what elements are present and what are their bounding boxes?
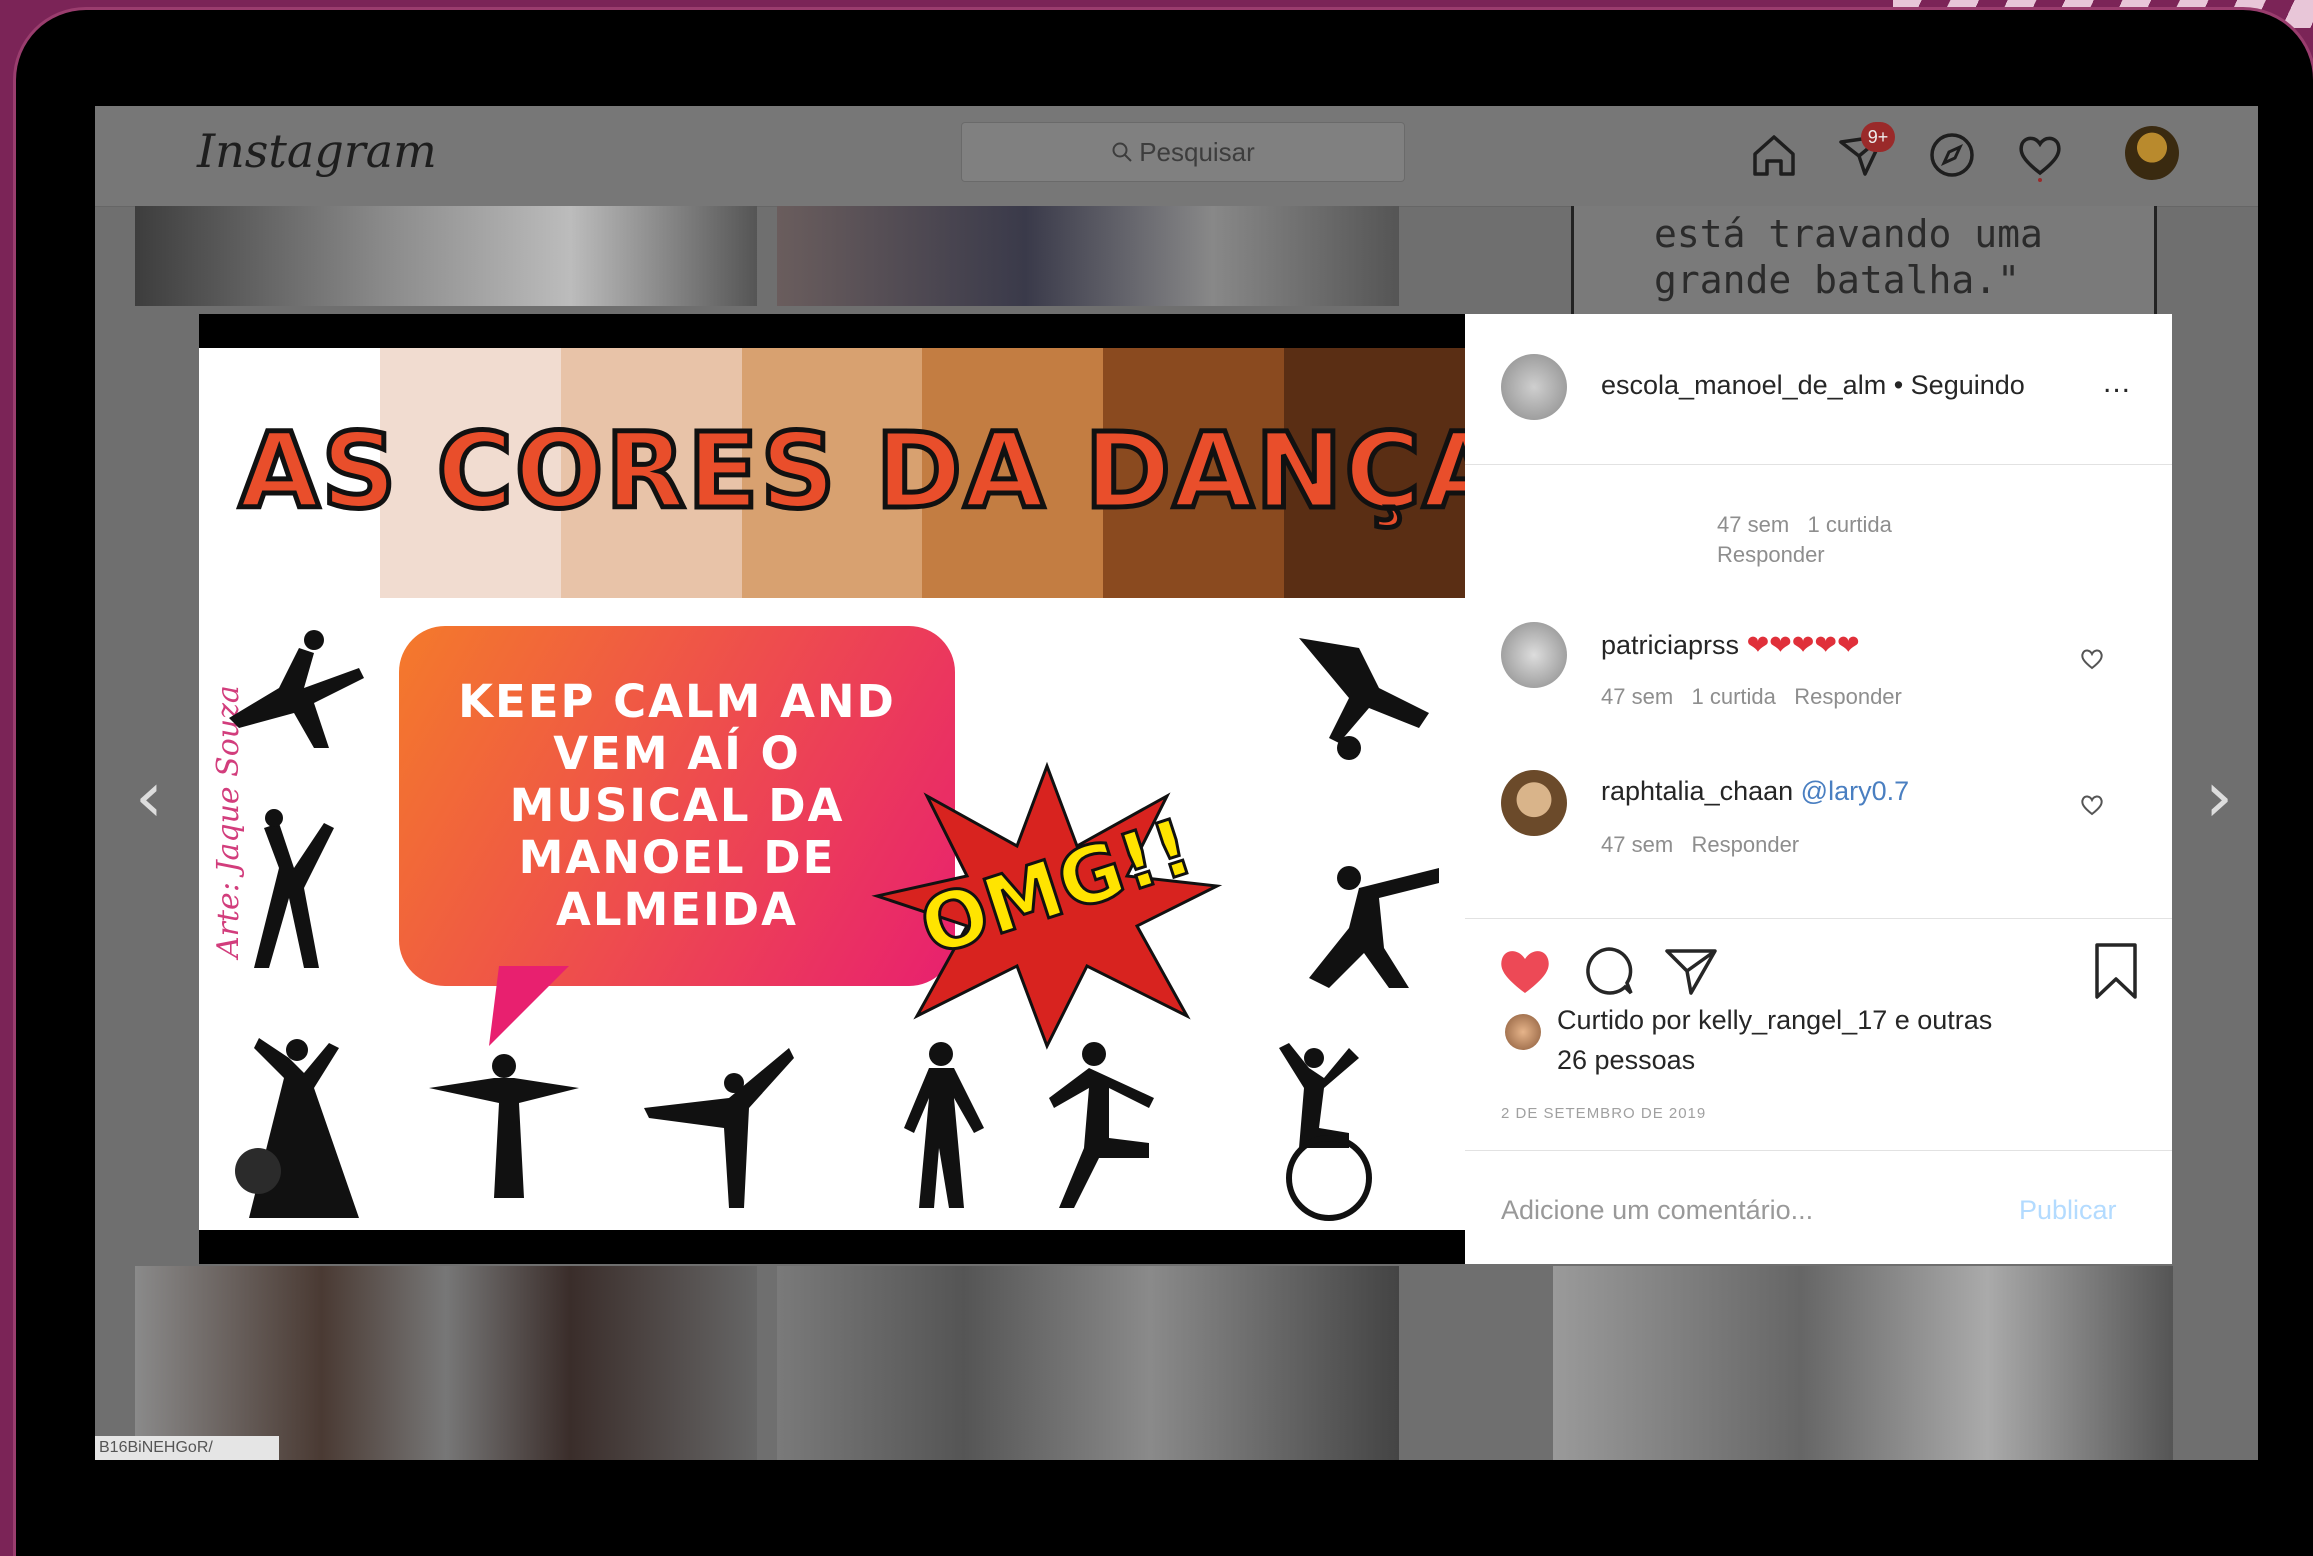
reply-link[interactable]: Responder (1794, 684, 1902, 709)
liked-by-user[interactable]: kelly_rangel_17 (1698, 1005, 1887, 1035)
liked-by-prefix: Curtido por (1557, 1005, 1691, 1035)
post-header: escola_manoel_de_alm • Seguindo ... (1465, 314, 2172, 465)
reply-link[interactable]: Responder (1717, 542, 1825, 567)
post-date[interactable]: 2 DE SETEMBRO DE 2019 (1501, 1105, 1706, 1122)
explore-icon[interactable] (1925, 128, 1979, 182)
comment-mention[interactable]: @lary0.7 (1801, 776, 1909, 806)
profile-avatar[interactable] (2125, 126, 2179, 180)
comment-body: patriciaprss ❤❤❤❤❤ (1601, 630, 1860, 661)
comment-meta: 47 sem Responder (1601, 832, 1799, 858)
reply-link[interactable]: Responder (1692, 832, 1800, 857)
status-url: B16BiNEHGoR/ (95, 1436, 279, 1460)
dancer-silhouette (249, 1038, 359, 1218)
previous-comment-meta: 47 sem 1 curtida Responder (1717, 510, 1892, 570)
activity-heart-icon[interactable] (2013, 128, 2067, 182)
background-post-tile[interactable] (777, 206, 1399, 306)
top-nav-bar: Instagram Pesquisar 9+ (95, 106, 2258, 207)
comment-likes[interactable]: 1 curtida (1692, 684, 1776, 709)
commenter-avatar[interactable] (1501, 622, 1567, 688)
instagram-logo[interactable]: Instagram (197, 124, 437, 178)
dancer-silhouette (1049, 1042, 1154, 1208)
comment-body: raphtalia_chaan @lary0.7 (1601, 776, 1909, 807)
comments-panel: escola_manoel_de_alm • Seguindo ... 47 s… (1465, 314, 2172, 1264)
comment-age: 47 sem (1717, 512, 1790, 537)
image-title: AS CORES DA DANÇA (236, 408, 1465, 535)
separator-dot: • (1893, 370, 1904, 400)
search-input[interactable]: Pesquisar (961, 122, 1405, 182)
background-post-tile-quote[interactable]: está travando uma grande batalha." (1571, 206, 2157, 316)
comment-likes[interactable]: 1 curtida (1808, 512, 1892, 537)
add-comment-input[interactable]: Adicione um comentário... (1501, 1195, 1813, 1226)
dancer-silhouette (254, 809, 334, 968)
post-image[interactable]: AS CORES DA DANÇA KEEP CALM AND VEM AÍ O… (199, 348, 1465, 1230)
comment-icon[interactable] (1581, 943, 1637, 999)
background-post-tile[interactable] (777, 1266, 1399, 1460)
dancer-silhouette (229, 630, 364, 748)
post-modal: AS CORES DA DANÇA KEEP CALM AND VEM AÍ O… (199, 314, 2172, 1264)
liked-by-text: Curtido por kelly_rangel_17 e outras 26 … (1557, 1000, 1997, 1080)
quote-line-1: está travando uma (1654, 212, 2043, 256)
post-image-frame: AS CORES DA DANÇA KEEP CALM AND VEM AÍ O… (199, 314, 1465, 1264)
author-line: escola_manoel_de_alm • Seguindo (1601, 370, 2025, 401)
background-post-tile[interactable] (135, 1266, 757, 1460)
follow-status[interactable]: Seguindo (1911, 370, 2025, 400)
publish-button[interactable]: Publicar (2019, 1195, 2117, 1226)
comment-age: 47 sem (1601, 684, 1674, 709)
comment-text: ❤❤❤❤❤ (1746, 630, 1860, 660)
liker-avatar[interactable] (1505, 1014, 1541, 1050)
commenter-username[interactable]: raphtalia_chaan (1601, 776, 1793, 806)
share-icon[interactable] (1663, 943, 1719, 999)
previous-post-arrow[interactable]: ‹ (135, 756, 163, 838)
messages-badge: 9+ (1861, 122, 1895, 152)
author-username[interactable]: escola_manoel_de_alm (1601, 370, 1886, 400)
bubble-text: KEEP CALM AND VEM AÍ O MUSICAL DA MANOEL… (458, 675, 896, 936)
dancer-silhouette (1309, 866, 1439, 988)
wheelchair-dancer-silhouette (1279, 1043, 1372, 1221)
browser-screen: Instagram Pesquisar 9+ está travando uma… (95, 106, 2258, 1460)
action-bar (1465, 918, 2172, 999)
dancer-silhouette (429, 1054, 579, 1198)
home-icon[interactable] (1747, 128, 1801, 182)
background-post-tile[interactable] (1553, 1266, 2173, 1460)
comment-like-icon[interactable] (2079, 646, 2105, 672)
search-icon (1112, 142, 1132, 162)
background-post-tile[interactable] (135, 206, 757, 306)
like-heart-icon[interactable] (1497, 945, 1553, 997)
author-avatar[interactable] (1501, 354, 1567, 420)
comment-age: 47 sem (1601, 832, 1674, 857)
more-options-icon[interactable]: ... (2103, 366, 2131, 400)
search-placeholder: Pesquisar (1139, 136, 1255, 167)
add-comment-row: Adicione um comentário... Publicar (1465, 1150, 2172, 1265)
commenter-avatar[interactable] (1501, 770, 1567, 836)
quote-line-2: grande batalha." (1654, 258, 2021, 302)
commenter-username[interactable]: patriciaprss (1601, 630, 1739, 660)
comment-meta: 47 sem 1 curtida Responder (1601, 684, 1902, 710)
dancer-silhouette (644, 1048, 794, 1208)
breakdancer-silhouette (1299, 638, 1429, 760)
comment-like-icon[interactable] (2079, 792, 2105, 818)
save-bookmark-icon[interactable] (2091, 941, 2141, 1001)
next-post-arrow[interactable]: › (2205, 756, 2233, 838)
dancer-silhouette (904, 1042, 984, 1208)
tag-people-icon[interactable] (235, 1148, 281, 1194)
bubble-tail (489, 966, 569, 1046)
